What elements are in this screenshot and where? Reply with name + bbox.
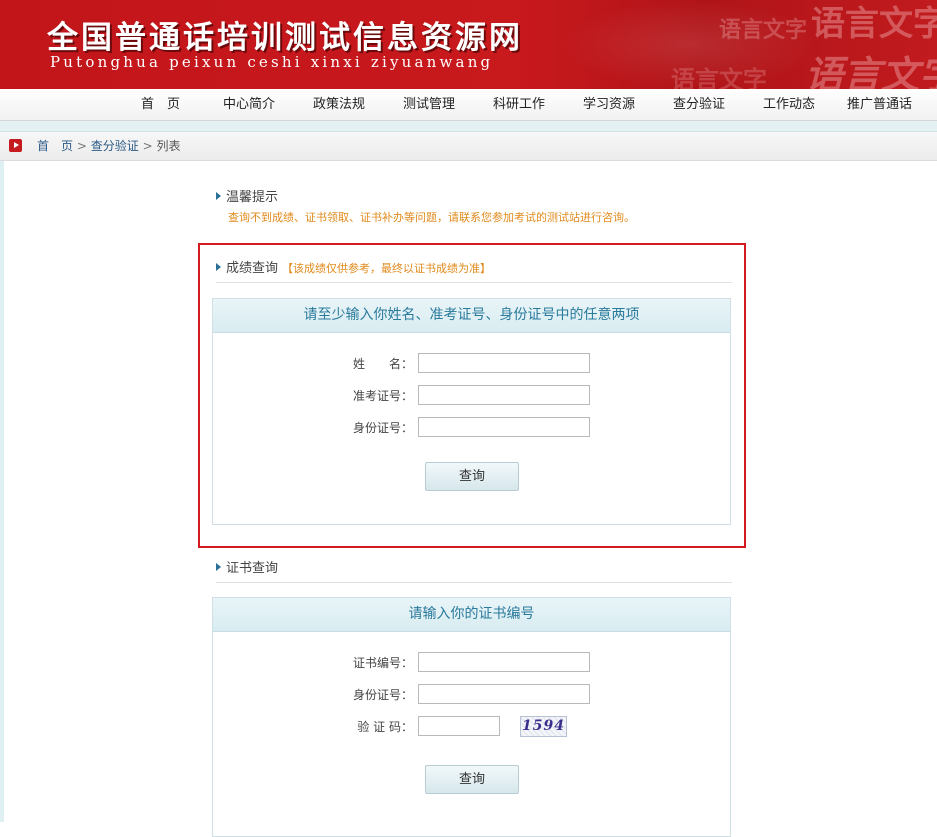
id-row: 身份证号： bbox=[213, 417, 732, 439]
banner-decoration: 语言文字 bbox=[811, 4, 937, 44]
certificate-query-button[interactable]: 查询 bbox=[425, 765, 519, 794]
nav-item-test-management[interactable]: 测试管理 bbox=[403, 89, 455, 120]
ticket-number-input[interactable] bbox=[418, 385, 590, 405]
cert-id-label: 身份证号： bbox=[352, 688, 413, 702]
site-banner: 语言文字 语言文字 语言文字 语言文字 全国普通话培训测试信息资源网 Puton… bbox=[0, 0, 937, 89]
main-nav: 首 页 中心简介 政策法规 测试管理 科研工作 学习资源 查分验证 工作动态 推… bbox=[0, 89, 937, 121]
score-query-button[interactable]: 查询 bbox=[425, 462, 519, 491]
triangle-bullet-icon bbox=[216, 563, 221, 571]
certificate-query-instruction: 请输入你的证书编号 bbox=[213, 598, 730, 632]
captcha-image[interactable]: 1594 bbox=[520, 716, 567, 737]
nav-item-score-verify[interactable]: 查分验证 bbox=[673, 89, 725, 120]
name-input[interactable] bbox=[418, 353, 590, 373]
triangle-bullet-icon bbox=[216, 263, 221, 271]
captcha-label: 验 证 码： bbox=[357, 720, 413, 734]
breadcrumb-section-link[interactable]: 查分验证 bbox=[91, 139, 139, 153]
nav-item-home[interactable]: 首 页 bbox=[141, 89, 180, 120]
cert-id-row: 身份证号： bbox=[213, 684, 732, 706]
play-arrow-icon bbox=[9, 139, 22, 152]
certificate-query-panel: 请输入你的证书编号 证书编号： 身份证号： 验 证 码： 1594 查询 bbox=[212, 597, 731, 837]
cert-label: 证书编号： bbox=[352, 656, 413, 670]
ticket-row: 准考证号： bbox=[213, 385, 732, 407]
captcha-row: 验 证 码： 1594 bbox=[213, 716, 732, 738]
ticket-label: 准考证号： bbox=[352, 389, 413, 403]
name-label: 姓 名： bbox=[352, 357, 413, 371]
score-query-panel: 请至少输入你姓名、准考证号、身份证号中的任意两项 姓 名： 准考证号： 身份证号… bbox=[212, 298, 731, 525]
side-rule bbox=[0, 161, 4, 822]
nav-item-policy[interactable]: 政策法规 bbox=[313, 89, 365, 120]
breadcrumb: 首 页 > 查分验证 > 列表 bbox=[0, 132, 937, 161]
breadcrumb-strip bbox=[0, 121, 937, 132]
nav-item-research[interactable]: 科研工作 bbox=[493, 89, 545, 120]
banner-decoration: 语言文字 bbox=[804, 52, 937, 89]
site-subtitle: Putonghua peixun ceshi xinxi ziyuanwang bbox=[50, 53, 494, 71]
cert-row: 证书编号： bbox=[213, 652, 732, 674]
nav-item-news[interactable]: 工作动态 bbox=[763, 89, 815, 120]
id-number-input[interactable] bbox=[418, 417, 590, 437]
cert-id-number-input[interactable] bbox=[418, 684, 590, 704]
score-query-heading: 成绩查询 【该成绩仅供参考，最终以证书成绩为准】 bbox=[216, 258, 732, 283]
breadcrumb-current: 列表 bbox=[156, 139, 181, 153]
banner-decoration: 语言文字 bbox=[671, 65, 767, 89]
breadcrumb-home-link[interactable]: 首 页 bbox=[37, 139, 73, 153]
captcha-input[interactable] bbox=[418, 716, 500, 736]
site-title: 全国普通话培训测试信息资源网 bbox=[47, 20, 523, 56]
score-query-note: 【该成绩仅供参考，最终以证书成绩为准】 bbox=[282, 262, 492, 275]
name-row: 姓 名： bbox=[213, 353, 732, 375]
tips-title-text: 温馨提示 bbox=[226, 190, 279, 205]
id-label: 身份证号： bbox=[352, 421, 413, 435]
nav-item-promote-putonghua[interactable]: 推广普通话 bbox=[847, 89, 912, 120]
tips-body: 查询不到成绩、证书领取、证书补办等问题，请联系您参加考试的测试站进行咨询。 bbox=[228, 211, 635, 224]
nav-item-about[interactable]: 中心简介 bbox=[223, 89, 275, 120]
certificate-number-input[interactable] bbox=[418, 652, 590, 672]
breadcrumb-separator: > bbox=[76, 139, 87, 153]
certificate-query-title: 证书查询 bbox=[226, 561, 279, 576]
triangle-bullet-icon bbox=[216, 192, 221, 200]
score-query-instruction: 请至少输入你姓名、准考证号、身份证号中的任意两项 bbox=[213, 299, 730, 333]
score-query-title: 成绩查询 bbox=[226, 261, 279, 276]
nav-item-learning-resources[interactable]: 学习资源 bbox=[583, 89, 635, 120]
banner-decoration: 语言文字 bbox=[718, 17, 807, 43]
tips-title: 温馨提示 bbox=[216, 186, 278, 205]
breadcrumb-separator: > bbox=[142, 139, 153, 153]
certificate-query-heading: 证书查询 bbox=[216, 558, 732, 583]
